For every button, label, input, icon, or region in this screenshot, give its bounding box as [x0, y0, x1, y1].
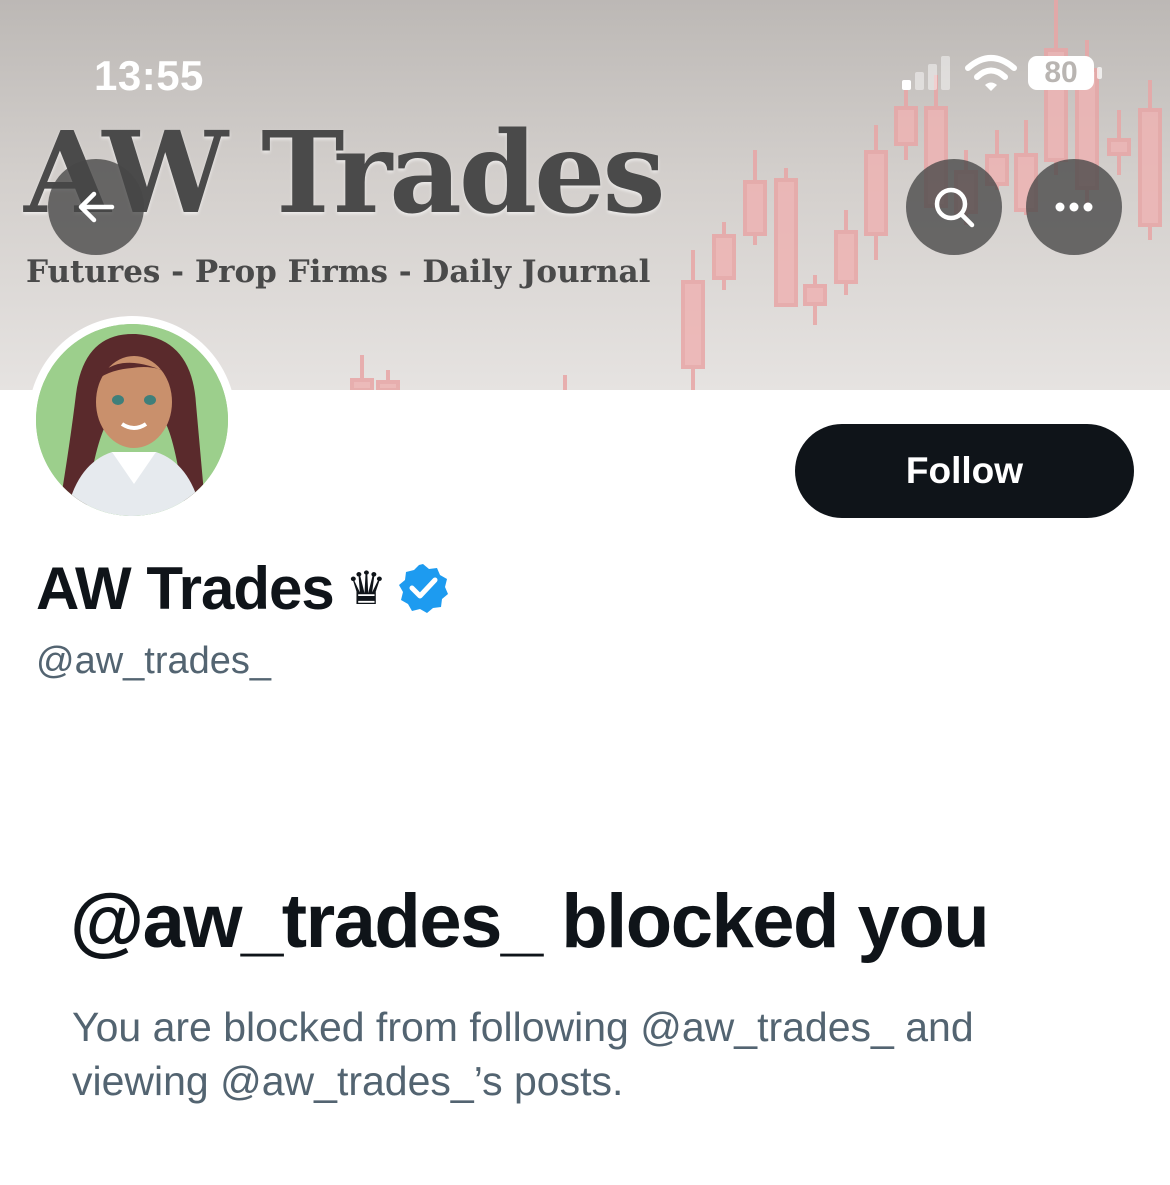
arrow-left-icon	[78, 191, 115, 223]
avatar-illustration	[36, 324, 228, 516]
more-button[interactable]	[1026, 159, 1122, 255]
avatar-image	[36, 324, 228, 516]
more-horizontal-icon	[1055, 202, 1093, 212]
blocked-title: @aw_trades_ blocked you	[70, 879, 990, 964]
avatar[interactable]	[28, 316, 236, 524]
search-button[interactable]	[906, 159, 1002, 255]
battery-icon: 80	[1028, 56, 1094, 90]
wifi-icon	[965, 55, 1017, 91]
cellular-signal-icon	[902, 56, 950, 90]
status-time: 13:55	[94, 52, 204, 99]
battery-level: 80	[1044, 56, 1078, 89]
blocked-description: You are blocked from following @aw_trade…	[72, 1004, 974, 1104]
follow-button[interactable]: Follow	[795, 424, 1134, 518]
back-button[interactable]	[48, 159, 144, 255]
profile-name-row: AW Trades ♛	[36, 548, 449, 628]
search-icon	[934, 187, 975, 228]
status-icons: 80	[894, 54, 1114, 94]
battery-cap	[1097, 67, 1102, 79]
profile-handle: @aw_trades_	[36, 640, 272, 682]
crown-icon: ♛	[345, 561, 388, 615]
verified-badge-icon[interactable]	[397, 562, 449, 614]
display-name: AW Trades	[36, 554, 335, 622]
banner-subtitle: Futures - Prop Firms - Daily Journal	[26, 254, 651, 290]
